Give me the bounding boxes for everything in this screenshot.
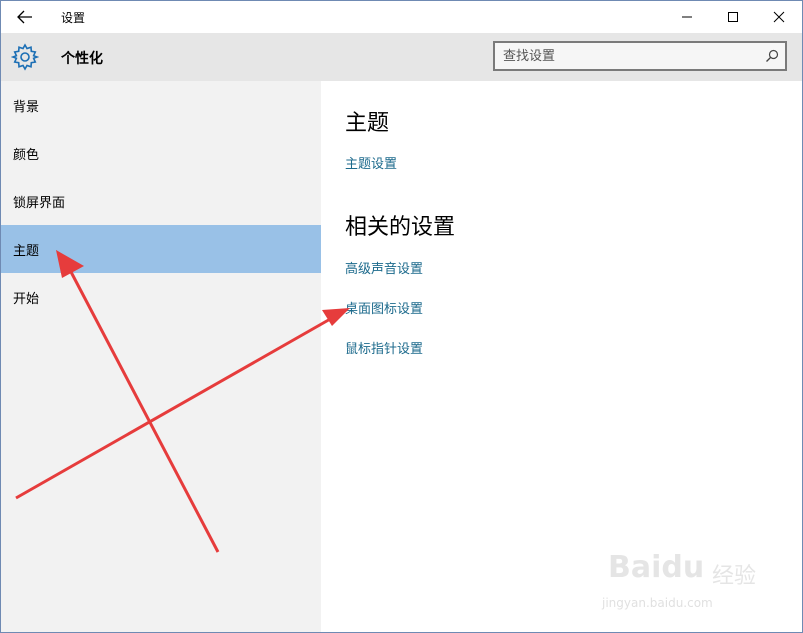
sidebar-item-label: 锁屏界面 — [13, 195, 66, 211]
settings-window: 设置 个性化 查找设置 背景 颜色 锁屏界面 主题 开始 主题 主题设置 相关的… — [0, 0, 803, 633]
search-input[interactable] — [503, 47, 753, 65]
sidebar-item-label: 背景 — [13, 99, 40, 115]
page-title: 个性化 — [61, 51, 103, 67]
sidebar-item-background[interactable]: 背景 — [1, 81, 321, 129]
gear-icon — [11, 43, 39, 71]
arrow-left-icon — [17, 10, 32, 24]
minimize-icon — [682, 16, 692, 18]
close-button[interactable] — [756, 1, 802, 33]
page-header: 个性化 — [1, 33, 802, 81]
sidebar-item-lock-screen[interactable]: 锁屏界面 — [1, 177, 321, 225]
watermark-brand: Baidu — [608, 550, 705, 585]
advanced-sound-settings-link[interactable]: 高级声音设置 — [345, 258, 423, 277]
baidu-watermark: Baidu 经验 jingyan.baidu.com — [602, 534, 772, 614]
sidebar-item-start[interactable]: 开始 — [1, 273, 321, 321]
maximize-icon — [728, 12, 738, 22]
sidebar-item-label: 颜色 — [13, 147, 40, 163]
close-icon — [773, 11, 785, 23]
search-icon[interactable] — [765, 49, 779, 63]
theme-settings-link[interactable]: 主题设置 — [345, 153, 397, 172]
main-content: 主题 主题设置 相关的设置 高级声音设置 桌面图标设置 鼠标指针设置 Baidu… — [321, 81, 802, 632]
back-button[interactable] — [9, 3, 41, 31]
sidebar-item-themes[interactable]: 主题 — [1, 225, 321, 273]
mouse-pointer-settings-link[interactable]: 鼠标指针设置 — [345, 338, 423, 357]
sidebar-item-label: 主题 — [13, 243, 40, 259]
related-settings-heading: 相关的设置 — [345, 215, 456, 240]
sidebar: 背景 颜色 锁屏界面 主题 开始 — [1, 81, 321, 632]
minimize-button[interactable] — [664, 1, 710, 33]
watermark-cn: 经验 — [712, 564, 757, 589]
search-box[interactable] — [493, 41, 787, 71]
watermark-url: jingyan.baidu.com — [602, 596, 713, 610]
theme-heading: 主题 — [345, 111, 390, 136]
desktop-icon-settings-link[interactable]: 桌面图标设置 — [345, 298, 423, 317]
window-title: 设置 — [61, 11, 86, 25]
sidebar-item-colors[interactable]: 颜色 — [1, 129, 321, 177]
title-bar: 设置 — [1, 1, 802, 33]
sidebar-item-label: 开始 — [13, 291, 40, 307]
maximize-button[interactable] — [710, 1, 756, 33]
